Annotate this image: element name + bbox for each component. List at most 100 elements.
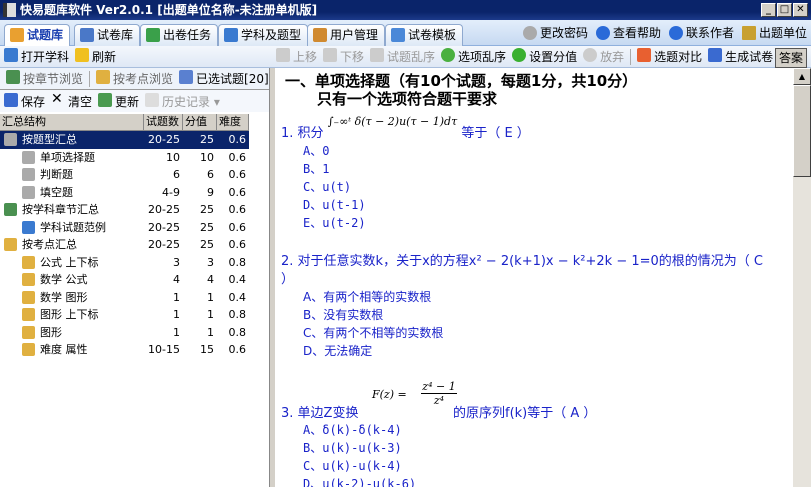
gear-icon — [522, 26, 537, 40]
tree-label-cell: 图形 上下标 — [0, 306, 144, 324]
button-label: 选题对比 — [654, 50, 703, 64]
column-header[interactable]: 难度 — [217, 114, 249, 131]
tab-browse-point[interactable]: 按考点浏览 — [96, 70, 173, 87]
difficulty-cell: 0.6 — [228, 343, 247, 356]
help-link[interactable]: 查看帮助 — [595, 24, 661, 42]
tab-paper-task[interactable]: 出卷任务 — [140, 24, 219, 46]
option: B、1 — [303, 162, 330, 176]
set-score-button[interactable]: 设置分值 — [512, 48, 577, 65]
question-text: 1. 积分 — [281, 126, 324, 141]
tree-row[interactable]: 数学 图形 1 1 0.4 — [0, 289, 249, 307]
tree-row[interactable]: 填空题 4-9 9 0.6 — [0, 184, 249, 202]
subject-icon — [224, 28, 238, 42]
compare-button[interactable]: 选题对比 — [637, 48, 702, 65]
z-transform-formula: F(z) = — [372, 388, 407, 401]
open-subject-button[interactable]: 打开学科 — [4, 48, 69, 65]
issuer-link[interactable]: 出题单位 — [741, 24, 807, 42]
tree-row[interactable]: 学科试题范例 20-25 25 0.6 — [0, 219, 249, 237]
tree-row[interactable]: 按考点汇总 20-25 25 0.6 — [0, 236, 249, 254]
count-cell: 10 — [166, 150, 180, 164]
tab-selected-questions[interactable]: 已选试题[20] — [179, 70, 269, 87]
refresh-button[interactable]: 刷新 — [75, 48, 116, 65]
question-answer: 等于（ E ） — [461, 126, 530, 141]
point-icon — [22, 308, 35, 321]
tree-row[interactable]: 按题型汇总 20-25 25 0.6 — [0, 131, 249, 149]
shuffle-questions-button[interactable]: 试题乱序 — [370, 48, 435, 65]
close-button[interactable]: ✕ — [793, 3, 808, 17]
point-icon — [4, 238, 17, 251]
arrow-up-icon — [276, 48, 290, 62]
contact-author-link[interactable]: 联系作者 — [668, 24, 734, 42]
history-dropdown[interactable]: 历史记录 ▾ — [145, 92, 220, 110]
tab-label: 已选试题[20] — [196, 72, 269, 86]
tree-label: 填空题 — [40, 185, 73, 199]
move-down-button[interactable]: 下移 — [323, 48, 364, 65]
point-icon — [22, 255, 35, 269]
tree-row[interactable]: 按学科章节汇总 20-25 25 0.6 — [0, 201, 249, 219]
tree-label: 判断题 — [40, 168, 73, 181]
lightning-icon — [75, 48, 90, 62]
tab-label: 按章节浏览 — [23, 72, 84, 86]
score-cell: 1 — [207, 308, 214, 321]
count-cell: 1 — [173, 325, 180, 339]
tab-question-bank[interactable]: 试题库 — [4, 24, 71, 47]
minimize-button[interactable]: _ — [761, 3, 776, 17]
shuffle-options-button[interactable]: 选项乱序 — [441, 48, 506, 65]
point-icon — [22, 343, 35, 356]
move-up-button[interactable]: 上移 — [276, 48, 317, 65]
column-header[interactable]: 试题数 — [144, 114, 183, 131]
discard-button[interactable]: 放弃 — [583, 48, 624, 65]
question-3-prefix[interactable]: 3. 单边Z变换 — [281, 402, 358, 421]
tree-row[interactable]: 公式 上下标 3 3 0.8 — [0, 254, 249, 272]
tree-row[interactable]: 难度 属性 10-15 15 0.6 — [0, 341, 249, 359]
update-button[interactable]: 更新 — [98, 92, 139, 110]
column-header[interactable]: 分值 — [183, 114, 217, 131]
clear-button[interactable]: ✕ 清空 — [51, 92, 92, 110]
option: C、u(k)-u(k-4) — [303, 459, 402, 473]
tab-paper-template[interactable]: 试卷模板 — [385, 24, 464, 46]
generate-paper-button[interactable]: 生成试卷 — [708, 48, 773, 65]
refresh-icon — [441, 48, 456, 62]
tab-browse-chapter[interactable]: 按章节浏览 — [6, 70, 83, 87]
tree-label-cell: 按考点汇总 — [0, 236, 144, 254]
maximize-button[interactable]: □ — [777, 3, 792, 17]
tree-row[interactable]: 图形 1 1 0.8 — [0, 324, 249, 342]
column-header[interactable]: 汇总结构 — [0, 114, 144, 131]
tree-row[interactable]: 图形 上下标 1 1 0.8 — [0, 306, 249, 324]
tab-user-management[interactable]: 用户管理 — [307, 24, 386, 46]
question-3-suffix: 的原序列f(k)等于（ A ） — [453, 406, 597, 421]
vertical-scrollbar[interactable]: ▲ — [793, 68, 811, 487]
count-cell: 4-9 — [162, 185, 180, 199]
tab-subject-type[interactable]: 学科及题型 — [218, 24, 309, 46]
gear-icon — [22, 185, 35, 199]
tree-label: 图形 上下标 — [40, 308, 99, 321]
separator — [630, 48, 632, 65]
tree-row[interactable]: 单项选择题 10 10 0.6 — [0, 149, 249, 167]
save-button[interactable]: 保存 — [4, 92, 45, 110]
score-cell: 1 — [207, 290, 214, 304]
task-icon — [146, 28, 160, 42]
tree-label-cell: 难度 属性 — [0, 341, 144, 359]
tree-row[interactable]: 判断题 6 6 0.6 — [0, 166, 249, 184]
score-cell: 15 — [200, 343, 214, 356]
tree-label-cell: 判断题 — [0, 166, 144, 184]
change-password-link[interactable]: 更改密码 — [522, 24, 588, 42]
answer-toggle-button[interactable]: 答案 — [774, 48, 807, 68]
button-label: 试题乱序 — [387, 50, 436, 64]
question-1[interactable]: 1. 积分 ∫₋∞ᵗ δ(τ − 2)u(τ − 1)dτ 等于（ E ） — [281, 115, 530, 141]
link-label: 出题单位 — [758, 26, 807, 40]
tree-label-cell: 数学 公式 — [0, 271, 144, 289]
count-cell: 20-25 — [148, 133, 180, 146]
gear-icon — [22, 150, 35, 164]
section-subtitle: 只有一个选项符合题干要求 — [317, 90, 498, 108]
difficulty-cell: 0.6 — [228, 238, 247, 251]
difficulty-cell: 0.4 — [228, 273, 247, 286]
tab-paper-bank[interactable]: 试卷库 — [74, 24, 141, 46]
tree-row[interactable]: 数学 公式 4 4 0.4 — [0, 271, 249, 289]
difficulty-cell: 0.8 — [228, 325, 247, 339]
question-2[interactable]: 2. 对于任意实数k，关于x的方程x² − 2(k+1)x − k²+2k − … — [281, 250, 763, 269]
scroll-up-button[interactable]: ▲ — [793, 68, 811, 85]
title-bar: 快易题库软件 Ver2.0.1 [出题单位名称-未注册单机版] _ □ ✕ — [0, 0, 811, 20]
option: C、u(t) — [303, 180, 352, 194]
scroll-thumb[interactable] — [793, 85, 811, 177]
